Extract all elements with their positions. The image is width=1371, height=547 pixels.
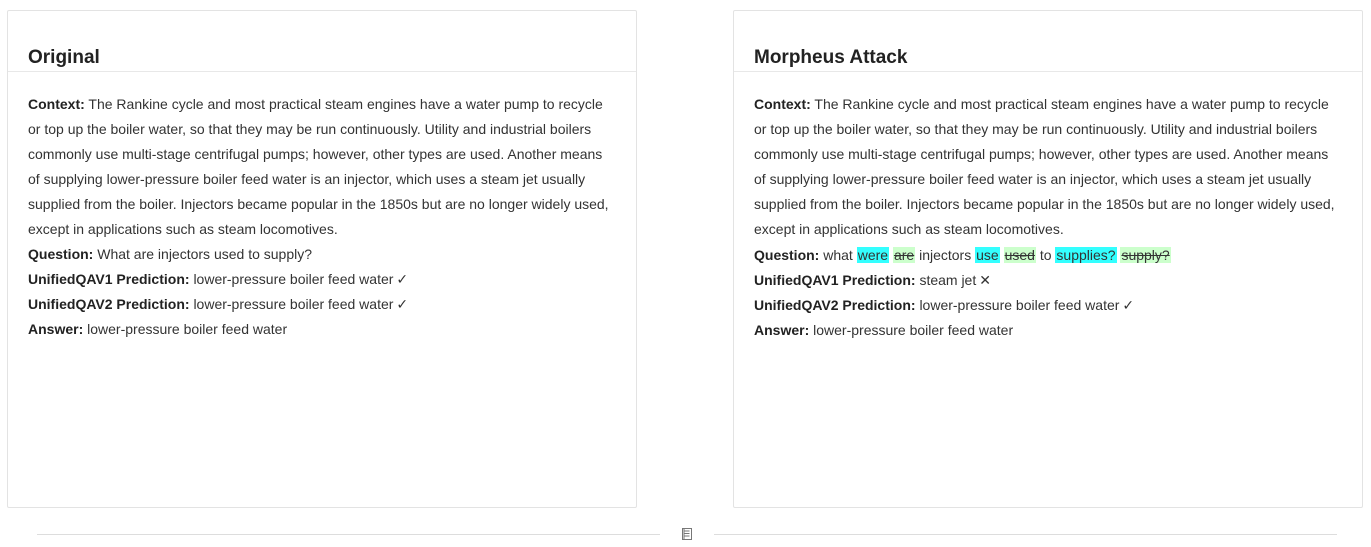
question-token: what xyxy=(823,247,853,263)
context-text: The Rankine cycle and most practical ste… xyxy=(28,96,609,237)
inserted-token: use xyxy=(975,247,1000,263)
answer-label: Answer: xyxy=(28,321,84,337)
answer-text: lower-pressure boiler feed water xyxy=(87,321,288,337)
divider-line-left xyxy=(37,534,660,535)
divider-line-right xyxy=(714,534,1337,535)
original-question-row: Question: What are injectors used to sup… xyxy=(28,242,616,267)
deleted-token: supply? xyxy=(1120,247,1171,263)
deleted-token: are xyxy=(892,247,916,263)
question-token: to xyxy=(1039,247,1052,263)
original-context-row: Context: The Rankine cycle and most prac… xyxy=(28,92,616,242)
answer-text: lower-pressure boiler feed water xyxy=(813,322,1014,338)
pred2-text: lower-pressure boiler feed water xyxy=(919,297,1120,313)
pred2-label: UnifiedQAV2 Prediction: xyxy=(28,296,190,312)
attack-pred2-row: UnifiedQAV2 Prediction: lower-pressure b… xyxy=(754,293,1342,318)
attack-pred1-row: UnifiedQAV1 Prediction: steam jet ✕ xyxy=(754,268,1342,293)
original-panel: Original Context: The Rankine cycle and … xyxy=(7,10,637,508)
original-pred2-row: UnifiedQAV2 Prediction: lower-pressure b… xyxy=(28,292,616,317)
pred1-label: UnifiedQAV1 Prediction: xyxy=(28,271,190,287)
answer-label: Answer: xyxy=(754,322,810,338)
cross-icon: ✕ xyxy=(979,272,991,288)
original-answer-row: Answer: lower-pressure boiler feed water xyxy=(28,317,616,342)
pred2-label: UnifiedQAV2 Prediction: xyxy=(754,297,916,313)
attack-title: Morpheus Attack xyxy=(754,47,908,68)
original-panel-body: Context: The Rankine cycle and most prac… xyxy=(8,72,636,342)
check-icon: ✓ xyxy=(396,296,409,312)
question-text: What are injectors used to supply? xyxy=(97,246,313,262)
context-label: Context: xyxy=(754,96,811,112)
inserted-token: supplies? xyxy=(1055,247,1117,263)
question-label: Question: xyxy=(28,246,94,262)
question-label: Question: xyxy=(754,247,820,263)
document-icon[interactable] xyxy=(680,527,694,541)
pred1-label: UnifiedQAV1 Prediction: xyxy=(754,272,916,288)
attack-panel-body: Context: The Rankine cycle and most prac… xyxy=(734,72,1362,343)
check-icon: ✓ xyxy=(1122,297,1135,313)
question-token: injectors xyxy=(919,247,972,263)
attack-panel: Morpheus Attack Context: The Rankine cyc… xyxy=(733,10,1363,508)
original-panel-header: Original xyxy=(8,11,636,72)
pred1-text: lower-pressure boiler feed water xyxy=(193,271,394,287)
attack-question-row: Question: what were are injectors use us… xyxy=(754,242,1342,268)
attack-panel-header: Morpheus Attack xyxy=(734,11,1362,72)
attack-context-row: Context: The Rankine cycle and most prac… xyxy=(754,92,1342,242)
deleted-token: used xyxy=(1003,247,1036,263)
pred1-text: steam jet xyxy=(919,272,977,288)
context-text: The Rankine cycle and most practical ste… xyxy=(754,96,1335,237)
check-icon: ✓ xyxy=(396,271,409,287)
original-pred1-row: UnifiedQAV1 Prediction: lower-pressure b… xyxy=(28,267,616,292)
original-title: Original xyxy=(28,47,100,68)
attack-answer-row: Answer: lower-pressure boiler feed water xyxy=(754,318,1342,343)
pred2-text: lower-pressure boiler feed water xyxy=(193,296,394,312)
context-label: Context: xyxy=(28,96,85,112)
inserted-token: were xyxy=(856,247,890,263)
